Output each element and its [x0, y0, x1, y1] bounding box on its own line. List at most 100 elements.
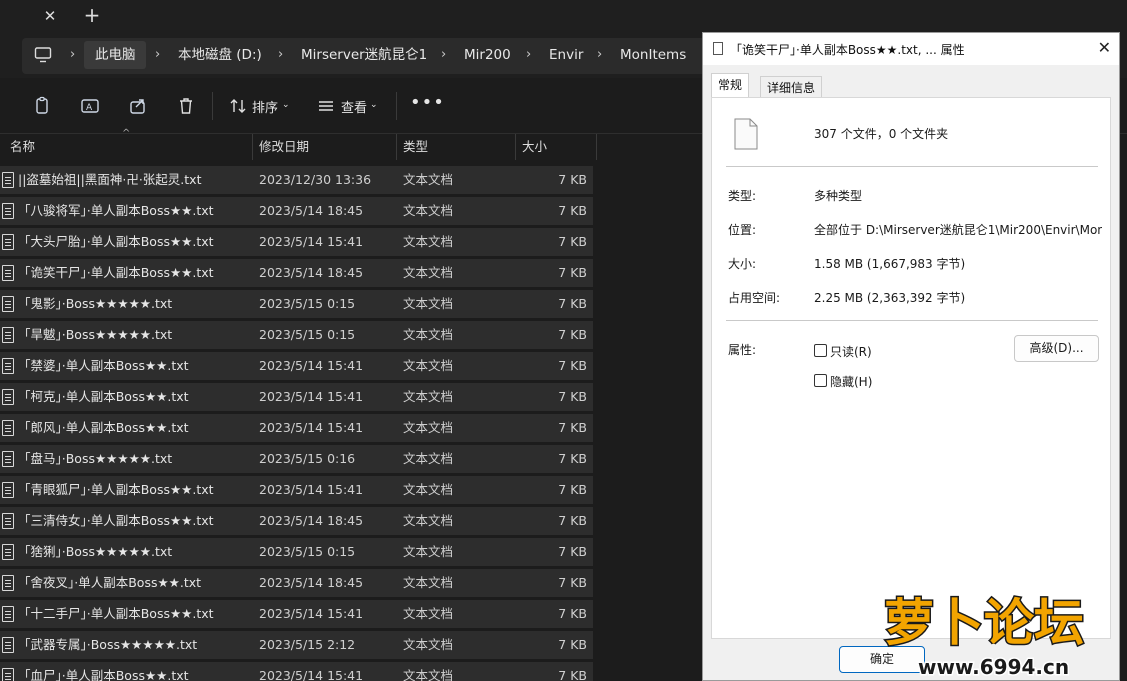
column-header-size[interactable]: 大小 — [522, 134, 547, 160]
file-name: 「盘马」·Boss★★★★★.txt — [18, 451, 173, 466]
file-type: 文本文档 — [403, 265, 454, 280]
file-date: 2023/5/14 15:41 — [259, 234, 364, 249]
file-row[interactable]: 「诡笑干尸」·单人副本Boss★★.txt 2023/5/14 18:45 文本文档… — [0, 259, 593, 287]
file-size: 7 KB — [558, 575, 587, 590]
file-name: 「柯克」·单人副本Boss★★.txt — [18, 389, 189, 404]
file-row[interactable]: 「十二手尸」·单人副本Boss★★.txt 2023/5/14 15:41 文本文档… — [0, 600, 593, 628]
breadcrumb-chevron-icon[interactable]: › — [441, 45, 446, 65]
breadcrumb-this-pc[interactable]: 此电脑 — [95, 45, 136, 65]
tab-details[interactable]: 详细信息 — [760, 76, 823, 98]
breadcrumb-chevron-icon[interactable]: › — [155, 45, 160, 65]
disk-usage-label: 占用空间: — [728, 291, 781, 305]
text-file-icon — [2, 637, 14, 653]
file-size: 7 KB — [558, 327, 587, 342]
file-type: 文本文档 — [403, 606, 454, 621]
breadcrumb-chevron-icon[interactable]: › — [278, 45, 283, 65]
file-name: 「青眼狐尸」·单人副本Boss★★.txt — [18, 482, 214, 497]
view-button[interactable]: 查看 — [341, 97, 367, 116]
file-row[interactable]: 「舍夜叉」·单人副本Boss★★.txt 2023/5/14 18:45 文本文档 7… — [0, 569, 593, 597]
breadcrumb-chevron-icon[interactable]: › — [526, 45, 531, 65]
file-row[interactable]: 「八骏将军」·单人副本Boss★★.txt 2023/5/14 18:45 文本文档… — [0, 197, 593, 225]
location-value: 全部位于 D:\Mirserver迷航昆仑1\Mir200\Envir\Mon — [814, 223, 1102, 237]
file-date: 2023/5/14 15:41 — [259, 606, 364, 621]
column-divider[interactable] — [252, 134, 253, 160]
text-file-icon — [2, 606, 14, 622]
file-size: 7 KB — [558, 234, 587, 249]
breadcrumb-drive-d[interactable]: 本地磁盘 (D:) — [178, 45, 262, 65]
file-row[interactable]: 「旱魃」·Boss★★★★★.txt 2023/5/15 0:15 文本文档 7 KB — [0, 321, 593, 349]
file-name: 「武器专属」·Boss★★★★★.txt — [18, 637, 198, 652]
file-name: 「三清侍女」·单人副本Boss★★.txt — [18, 513, 214, 528]
share-icon[interactable] — [128, 96, 148, 116]
file-name: 「舍夜叉」·单人副本Boss★★.txt — [18, 575, 202, 590]
sort-button[interactable]: 排序 — [252, 97, 278, 116]
file-type: 文本文档 — [403, 327, 454, 342]
file-row[interactable]: 「青眼狐尸」·单人副本Boss★★.txt 2023/5/14 15:41 文本文档… — [0, 476, 593, 504]
column-header-type[interactable]: 类型 — [403, 134, 428, 160]
file-type: 文本文档 — [403, 637, 454, 652]
file-row[interactable]: 「猞猁」·Boss★★★★★.txt 2023/5/15 0:15 文本文档 7 KB — [0, 538, 593, 566]
file-type: 文本文档 — [403, 203, 454, 218]
svg-text:A: A — [86, 103, 93, 113]
breadcrumb-mirserver[interactable]: Mirserver迷航昆仑1 — [301, 45, 427, 65]
file-size: 7 KB — [558, 420, 587, 435]
text-file-icon — [2, 327, 14, 343]
chevron-down-icon[interactable]: ⌄ — [370, 100, 378, 110]
close-icon[interactable]: ✕ — [1098, 38, 1111, 57]
file-size: 7 KB — [558, 606, 587, 621]
file-row[interactable]: 「盘马」·Boss★★★★★.txt 2023/5/15 0:16 文本文档 7 KB — [0, 445, 593, 473]
file-row[interactable]: 「武器专属」·Boss★★★★★.txt 2023/5/15 2:12 文本文档 7 … — [0, 631, 593, 659]
file-row[interactable]: 「郎风」·单人副本Boss★★.txt 2023/5/14 15:41 文本文档 7 … — [0, 414, 593, 442]
column-divider[interactable] — [515, 134, 516, 160]
close-tab-icon[interactable]: ✕ — [40, 6, 60, 26]
breadcrumb-mir200[interactable]: Mir200 — [464, 45, 511, 65]
type-label: 类型: — [728, 189, 757, 203]
file-row[interactable]: 「大头尸胎」·单人副本Boss★★.txt 2023/5/14 15:41 文本文档… — [0, 228, 593, 256]
file-size: 7 KB — [558, 265, 587, 280]
breadcrumb-envir[interactable]: Envir — [549, 45, 583, 65]
file-type: 文本文档 — [403, 420, 454, 435]
chevron-down-icon[interactable]: ⌄ — [282, 100, 290, 110]
file-type: 文本文档 — [403, 544, 454, 559]
more-options-button[interactable]: ••• — [410, 92, 445, 113]
tab-general[interactable]: 常规 — [711, 73, 750, 98]
readonly-checkbox[interactable] — [814, 344, 827, 357]
copy-icon[interactable] — [32, 96, 52, 116]
text-file-icon — [2, 544, 14, 560]
sort-icon[interactable] — [228, 96, 248, 116]
advanced-button[interactable]: 高级(D)... — [1014, 335, 1099, 362]
file-size: 7 KB — [558, 358, 587, 373]
column-header-name[interactable]: 名称 — [10, 134, 35, 160]
file-row[interactable]: 「柯克」·单人副本Boss★★.txt 2023/5/14 15:41 文本文档 7 … — [0, 383, 593, 411]
file-row[interactable]: 「血尸」·单人副本Boss★★.txt 2023/5/14 15:41 文本文档 7 … — [0, 662, 593, 681]
file-size: 7 KB — [558, 544, 587, 559]
rename-icon[interactable]: A — [80, 96, 100, 116]
command-separator — [212, 92, 213, 120]
breadcrumb-monitems[interactable]: MonItems — [620, 45, 686, 65]
breadcrumb-chevron-icon[interactable]: › — [597, 45, 602, 65]
column-header-date[interactable]: 修改日期 — [259, 134, 309, 160]
file-row[interactable]: 「鬼影」·Boss★★★★★.txt 2023/5/15 0:15 文本文档 7 KB — [0, 290, 593, 318]
selection-summary: 307 个文件，0 个文件夹 — [814, 127, 949, 141]
hidden-checkbox[interactable] — [814, 374, 827, 387]
delete-icon[interactable] — [176, 96, 196, 116]
general-panel: 307 个文件，0 个文件夹 类型: 多种类型 位置: 全部位于 D:\Mirs… — [711, 97, 1111, 639]
file-size: 7 KB — [558, 203, 587, 218]
file-date: 2023/5/15 0:15 — [259, 327, 356, 342]
readonly-label[interactable]: 只读(R) — [830, 343, 872, 360]
breadcrumb-chevron-icon[interactable]: › — [70, 45, 75, 65]
column-divider[interactable] — [396, 134, 397, 160]
hidden-label[interactable]: 隐藏(H) — [830, 373, 872, 390]
file-name: 「八骏将军」·单人副本Boss★★.txt — [18, 203, 214, 218]
file-type: 文本文档 — [403, 668, 454, 681]
view-icon[interactable] — [316, 96, 336, 116]
text-file-icon — [2, 296, 14, 312]
monitor-icon[interactable] — [34, 46, 52, 64]
file-row[interactable]: 「禁婆」·单人副本Boss★★.txt 2023/5/14 15:41 文本文档 7 … — [0, 352, 593, 380]
file-date: 2023/5/14 15:41 — [259, 668, 364, 681]
file-row[interactable]: ||盗墓始祖||黑面神·卍·张起灵.txt 2023/12/30 13:36 文本文… — [0, 166, 593, 194]
column-divider[interactable] — [596, 134, 597, 160]
file-row[interactable]: 「三清侍女」·单人副本Boss★★.txt 2023/5/14 18:45 文本文档… — [0, 507, 593, 535]
location-label: 位置: — [728, 223, 757, 237]
new-tab-icon[interactable]: + — [82, 4, 102, 26]
